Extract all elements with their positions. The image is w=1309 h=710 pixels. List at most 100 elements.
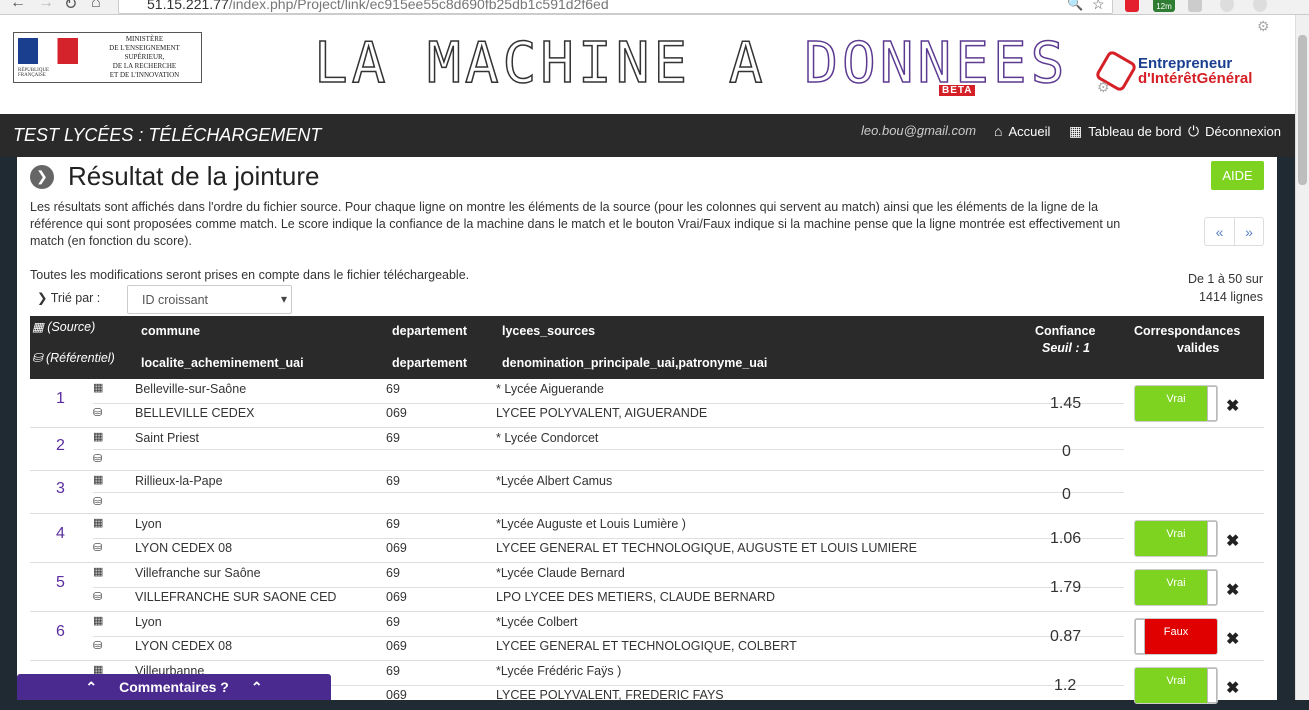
close-icon[interactable]: ✖ <box>1226 580 1239 600</box>
source-label: ▦ (Source) <box>32 319 95 334</box>
database-icon: ⛁ <box>32 351 43 365</box>
table-row: 5 ▦ Villefranche sur Saône 69 *Lycée Cla… <box>30 563 1264 612</box>
eig-logo[interactable]: Entrepreneur d'IntérêtGénéral <box>1094 49 1253 93</box>
col-header-lycees-sources[interactable]: lycees_sources <box>502 324 595 338</box>
source-label-text: (Source) <box>47 320 96 334</box>
extension-icon[interactable] <box>1220 0 1234 12</box>
toggle-knob <box>1135 619 1145 654</box>
browser-chrome: ← → ↻ ⌂ 51.15.221.77/index.php/Project/l… <box>0 0 1309 15</box>
seuil-label: Seuil : 1 <box>1042 341 1090 355</box>
cell-departement: 69 <box>386 664 400 678</box>
table-header: ▦ (Source) ⛁ (Référentiel) commune depar… <box>30 316 1264 379</box>
pager-prev-button[interactable]: « <box>1205 218 1234 245</box>
table-row: 4 ▦ Lyon 69 *Lycée Auguste et Louis Lumi… <box>30 514 1264 563</box>
match-toggle[interactable]: Vrai <box>1134 569 1218 606</box>
zoom-icon[interactable]: 🔍 <box>1067 0 1083 12</box>
extension-icon[interactable] <box>1125 0 1139 12</box>
scrollbar-thumb[interactable] <box>1298 35 1307 185</box>
table-row: 1 ▦ Belleville-sur-Saône 69 * Lycée Aigu… <box>30 379 1264 428</box>
cell-commune: Belleville-sur-Saône <box>135 382 247 396</box>
table-icon: ▦ <box>93 615 104 627</box>
cell-lycee: *Lycée Colbert <box>496 615 578 629</box>
star-icon[interactable]: ☆ <box>1092 0 1105 13</box>
toggle-knob <box>1207 668 1217 703</box>
close-icon[interactable]: ✖ <box>1226 629 1239 649</box>
match-toggle[interactable]: Vrai <box>1134 385 1218 422</box>
modifications-note: Toutes les modifications seront prises e… <box>30 268 470 282</box>
cell-commune: Lyon <box>135 615 162 629</box>
range-count: 1414 lignes <box>1199 290 1263 304</box>
score-value: 0 <box>1062 486 1071 503</box>
nav-tableau-de-bord[interactable]: ▦ Tableau de bord <box>1069 123 1181 140</box>
chevron-up-icon: ⌃ <box>85 678 98 695</box>
table-icon: ▦ <box>93 474 104 486</box>
logo-text-accent: DONNEES <box>804 30 1069 97</box>
close-icon[interactable]: ✖ <box>1226 678 1239 698</box>
cell-departement: 69 <box>386 431 400 445</box>
cell-departement: 69 <box>386 615 400 629</box>
extension-badge[interactable]: 12m <box>1153 0 1175 12</box>
database-icon: ⛁ <box>93 453 103 465</box>
match-toggle[interactable]: Faux <box>1134 618 1218 655</box>
aide-button[interactable]: AIDE <box>1211 161 1264 190</box>
back-icon[interactable]: ← <box>10 0 26 12</box>
score-value: 0.87 <box>1050 628 1082 645</box>
nav-accueil[interactable]: ⌂ Accueil <box>994 123 1050 139</box>
cell-denomination: LYCEE GENERAL ET TECHNOLOGIQUE, COLBERT <box>496 639 797 653</box>
row-id: 1 <box>56 390 65 407</box>
col-header-ref-departement[interactable]: departement <box>392 356 467 370</box>
site-header: RÉPUBLIQUE FRANÇAISE MINISTÈRE DE L'ENSE… <box>0 15 1295 114</box>
toggle-knob <box>1207 570 1217 605</box>
cell-ref-departement: 069 <box>386 406 407 420</box>
ministere-logo[interactable]: RÉPUBLIQUE FRANÇAISE MINISTÈRE DE L'ENSE… <box>13 32 202 83</box>
row-divider <box>93 636 1124 637</box>
sort-label: ❯ Trié par : <box>37 290 100 305</box>
col-header-localite[interactable]: localite_acheminement_uai <box>141 356 304 370</box>
match-toggle-label: Faux <box>1163 626 1189 638</box>
close-icon[interactable]: ✖ <box>1226 396 1239 416</box>
forward-icon[interactable]: → <box>38 0 54 12</box>
navbar: TEST LYCÉES : TÉLÉCHARGEMENT leo.bou@gma… <box>0 114 1295 157</box>
row-divider <box>93 492 1124 493</box>
cell-commune: Rillieux-la-Pape <box>135 474 223 488</box>
sort-select[interactable]: ID croissant <box>127 285 292 314</box>
cell-ref-departement: 069 <box>386 639 407 653</box>
url-host: 51.15.221.77 <box>147 0 229 12</box>
cell-denomination: LYCEE GENERAL ET TECHNOLOGIQUE, AUGUSTE … <box>496 541 917 555</box>
reload-icon[interactable]: ↻ <box>64 0 77 14</box>
match-toggle[interactable]: Vrai <box>1134 520 1218 557</box>
extension-icon[interactable] <box>1253 0 1267 12</box>
user-email: leo.bou@gmail.com <box>861 123 977 138</box>
table-icon: ▦ <box>93 517 104 529</box>
close-icon[interactable]: ✖ <box>1226 531 1239 551</box>
col-header-commune[interactable]: commune <box>141 324 200 338</box>
extension-icon[interactable] <box>1188 0 1202 12</box>
match-toggle-label: Vrai <box>1166 675 1186 687</box>
col-header-denomination[interactable]: denomination_principale_uai,patronyme_ua… <box>502 356 767 370</box>
comments-toggle[interactable]: ⌃ Commentaires ? ⌃ <box>17 674 331 700</box>
gear-icon: ⚙ <box>1257 18 1270 34</box>
eig-line2: d'IntérêtGénéral <box>1138 69 1253 87</box>
results-range: De 1 à 50 sur 1414 lignes <box>1137 270 1263 306</box>
main-panel: ❯ Résultat de la jointure AIDE Les résul… <box>17 157 1277 704</box>
cell-commune: Lyon <box>135 517 162 531</box>
page-scrollbar[interactable] <box>1295 15 1309 700</box>
match-toggle[interactable]: Vrai <box>1134 667 1218 704</box>
nav-deconnexion[interactable]: ⏻ Déconnexion <box>1188 123 1281 140</box>
page-title: TEST LYCÉES : TÉLÉCHARGEMENT <box>13 125 322 145</box>
pager-next-button[interactable]: » <box>1234 218 1263 245</box>
nav-deconnexion-label: Déconnexion <box>1205 124 1281 139</box>
col-header-correspondances: Correspondances <box>1134 324 1241 338</box>
nav-accueil-label: Accueil <box>1008 123 1051 139</box>
url-bar[interactable]: 51.15.221.77/index.php/Project/link/ec91… <box>118 0 1113 14</box>
chevron-right-icon: ❯ <box>30 164 54 189</box>
cell-departement: 69 <box>386 566 400 580</box>
col-header-departement[interactable]: departement <box>392 324 467 338</box>
description-text: Les résultats sont affichés dans l'ordre… <box>30 200 1121 248</box>
cell-departement: 69 <box>386 474 400 488</box>
row-id: 6 <box>56 623 65 640</box>
row-divider <box>93 449 1124 450</box>
row-divider <box>93 403 1124 404</box>
home-icon[interactable]: ⌂ <box>91 0 101 12</box>
marianne-logo: RÉPUBLIQUE FRANÇAISE <box>18 37 78 78</box>
